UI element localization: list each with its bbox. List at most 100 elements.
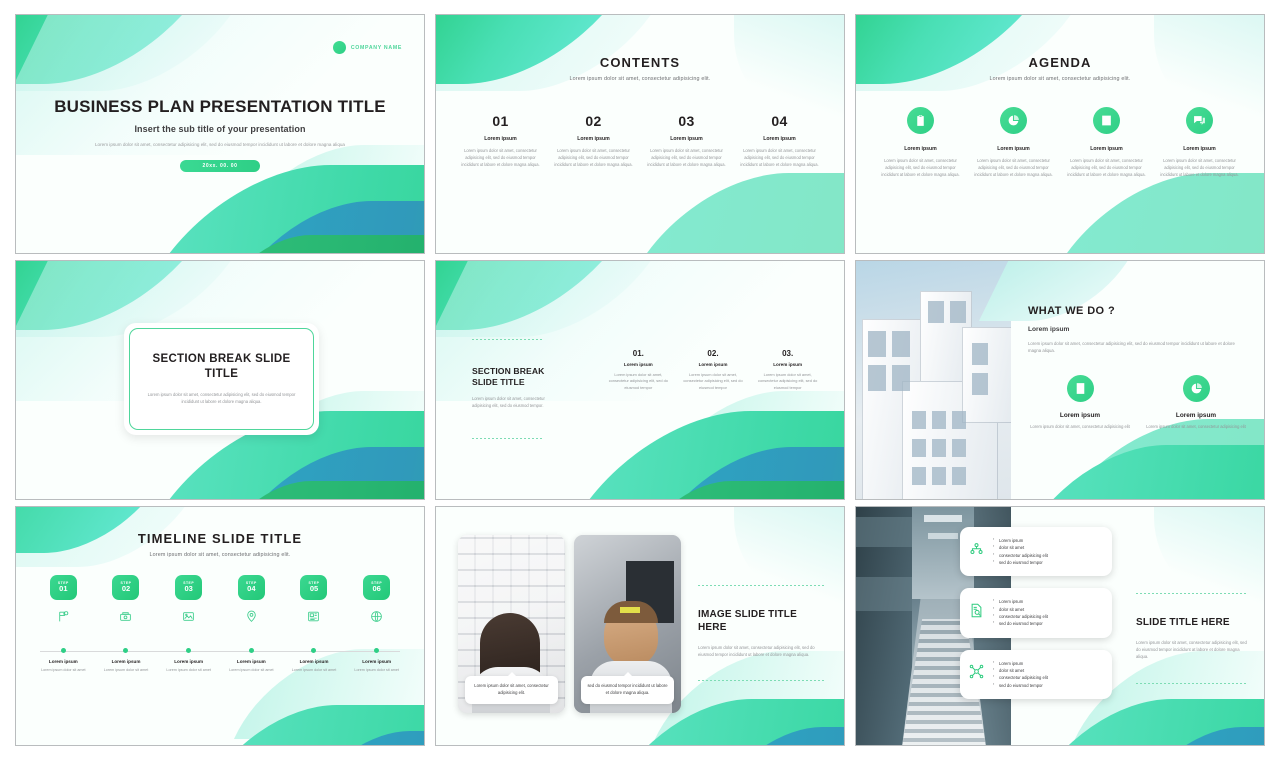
slide-4-section-break[interactable]: SECTION BREAK SLIDE TITLE Lorem ipsum do… xyxy=(15,260,425,500)
pie-chart-icon xyxy=(1000,107,1027,134)
item-heading: Lorem ipsum xyxy=(763,136,796,142)
item-heading: Lorem ipsum xyxy=(484,136,517,142)
feature-cards: Lorem ipsum dolor sit amet consectetur a… xyxy=(960,527,1112,711)
page-title: AGENDA xyxy=(1028,55,1092,70)
item-heading: Lorem ipsum xyxy=(670,136,703,142)
list-item[interactable]: Lorem ipsum Lorem ipsum dolor sit amet, … xyxy=(878,107,963,178)
list-item[interactable]: Lorem ipsum Lorem ipsum dolor sit amet, … xyxy=(1144,374,1248,431)
bullet: sed do eiusmod tempor xyxy=(993,559,1048,566)
item-body: Lorem ipsum dolor sit amet, consectetur … xyxy=(608,372,668,390)
page-subheading: Lorem ipsum xyxy=(1028,326,1070,333)
building-photo xyxy=(856,261,1011,499)
list-item[interactable]: Lorem ipsum Lorem ipsum dolor sit amet, … xyxy=(971,107,1056,178)
item-heading: Lorem ipsum xyxy=(174,659,204,664)
slide-9-cards-slide[interactable]: Lorem ipsum dolor sit amet consectetur a… xyxy=(855,506,1265,746)
timeline-step[interactable]: STEP 04 xyxy=(220,575,283,626)
bullet: Lorem ipsum xyxy=(993,537,1048,544)
item-heading: Lorem ipsum xyxy=(577,136,610,142)
page-title: CONTENTS xyxy=(599,55,681,70)
list-item[interactable]: 02 Lorem ipsum Lorem ipsum dolor sit ame… xyxy=(551,113,636,168)
slide-thumbnail-grid: COMPANY NAME BUSINESS PLAN PRESENTATION … xyxy=(0,0,1280,760)
divider-bottom xyxy=(472,437,542,439)
feature-card[interactable]: Lorem ipsum dolor sit amet consectetur a… xyxy=(960,588,1112,638)
decor-shape xyxy=(436,261,592,326)
flag-icon xyxy=(32,606,95,626)
list-item[interactable]: 02. Lorem ipsum Lorem ipsum dolor sit am… xyxy=(681,349,746,391)
step-number: 03 xyxy=(184,584,193,594)
item-body: Lorem ipsum dolor sit amet, consectetur … xyxy=(974,158,1053,177)
list-item: Lorem ipsum Lorem ipsum dolor sit amet xyxy=(220,659,283,674)
bullet-list: Lorem ipsum dolor sit amet consectetur a… xyxy=(993,660,1048,689)
item-number: 03 xyxy=(678,113,695,129)
document-search-icon xyxy=(969,603,984,623)
page-subtitle: Lorem ipsum dolor sit amet, consectetur … xyxy=(989,76,1131,82)
slide-5-section-break-items[interactable]: SECTION BREAK SLIDE TITLE Lorem ipsum do… xyxy=(435,260,845,500)
body-paragraph: Lorem ipsum dolor sit amet, consectetur … xyxy=(1028,341,1235,354)
timeline-step[interactable]: STEP 05 xyxy=(283,575,346,626)
timeline-step[interactable]: STEP 06 xyxy=(345,575,408,626)
list-item[interactable]: 03. Lorem ipsum Lorem ipsum dolor sit am… xyxy=(755,349,820,391)
item-heading: Lorem ipsum xyxy=(236,659,266,664)
divider-top xyxy=(472,339,542,340)
decor-shape xyxy=(145,165,424,253)
intro-paragraph: Lorem ipsum dolor sit amet, consectetur … xyxy=(95,142,345,148)
list-item[interactable]: 04 Lorem ipsum Lorem ipsum dolor sit ame… xyxy=(737,113,822,168)
list-item: Lorem ipsum Lorem ipsum dolor sit amet xyxy=(157,659,220,674)
list-item[interactable]: Lorem ipsum Lorem ipsum dolor sit amet, … xyxy=(1157,107,1242,178)
bullet: sed do eiusmod tempor xyxy=(993,682,1048,689)
team-icon xyxy=(969,542,984,562)
item-number: 02. xyxy=(707,349,719,358)
decor-shape xyxy=(221,235,424,253)
money-icon xyxy=(95,606,158,626)
page-title: SECTION BREAK SLIDE TITLE xyxy=(152,353,291,381)
slide-6-what-we-do[interactable]: WHAT WE DO ? Lorem ipsum Lorem ipsum dol… xyxy=(855,260,1265,500)
photo[interactable]: Lorem ipsum dolor sit amet, consectetur … xyxy=(458,535,565,713)
list-item[interactable]: 01. Lorem ipsum Lorem ipsum dolor sit am… xyxy=(606,349,671,391)
bullet: dolor sit amet xyxy=(993,606,1048,613)
list-item: Lorem ipsum Lorem ipsum dolor sit amet xyxy=(345,659,408,674)
list-item[interactable]: 01 Lorem ipsum Lorem ipsum dolor sit ame… xyxy=(458,113,543,168)
item-body: Lorem ipsum dolor sit amet, consectetur … xyxy=(461,148,540,167)
list-item[interactable]: Lorem ipsum Lorem ipsum dolor sit amet, … xyxy=(1028,374,1132,431)
list-item[interactable]: Lorem ipsum Lorem ipsum dolor sit amet, … xyxy=(1064,107,1149,178)
slide-7-timeline[interactable]: TIMELINE SLIDE TITLE Lorem ipsum dolor s… xyxy=(15,506,425,746)
list-item: Lorem ipsum Lorem ipsum dolor sit amet xyxy=(283,659,346,674)
page-subtitle: Lorem ipsum dolor sit amet, consectetur … xyxy=(149,552,291,558)
page-title: TIMELINE SLIDE TITLE xyxy=(137,531,303,546)
slide-2-contents[interactable]: CONTENTS Lorem ipsum dolor sit amet, con… xyxy=(435,14,845,254)
decor-shape xyxy=(1021,445,1264,499)
decor-shape xyxy=(16,15,215,84)
timeline-dot xyxy=(123,648,129,653)
divider-bottom xyxy=(1136,682,1248,684)
step-number: 05 xyxy=(309,584,319,594)
item-body: Lorem ipsum dolor sit amet, consectetur … xyxy=(1067,158,1146,177)
step-number: 04 xyxy=(247,584,256,594)
timeline-step[interactable]: STEP 02 xyxy=(95,575,158,626)
bullet: consectetur adipisicing elit xyxy=(993,613,1048,620)
company-name: COMPANY NAME xyxy=(350,44,402,51)
decor-shape xyxy=(16,261,172,326)
page-subtitle: Lorem ipsum dolor sit amet, consectetur … xyxy=(569,76,711,82)
timeline-step[interactable]: STEP 03 xyxy=(157,575,220,626)
timeline-step[interactable]: STEP 01 xyxy=(32,575,95,626)
slide-3-agenda[interactable]: AGENDA Lorem ipsum dolor sit amet, conse… xyxy=(855,14,1265,254)
decor-shape xyxy=(652,447,844,499)
step-number: 01 xyxy=(59,584,68,594)
item-body: Lorem ipsum dolor sit amet xyxy=(41,668,86,672)
list-item[interactable]: 03 Lorem ipsum Lorem ipsum dolor sit ame… xyxy=(644,113,729,168)
agenda-columns: Lorem ipsum Lorem ipsum dolor sit amet, … xyxy=(878,107,1242,178)
feature-card[interactable]: Lorem ipsum dolor sit amet consectetur a… xyxy=(960,649,1112,700)
photo-caption: sed do eiusmod tempor incididunt ut labo… xyxy=(581,676,674,704)
item-heading: Lorem ipsum xyxy=(111,659,141,664)
step-number: 02 xyxy=(121,584,131,594)
item-body: Lorem ipsum dolor sit amet, consectetur … xyxy=(881,158,960,177)
slide-1-title[interactable]: COMPANY NAME BUSINESS PLAN PRESENTATION … xyxy=(15,14,425,254)
section-paragraph: Lorem ipsum dolor sit amet, consectetur … xyxy=(472,396,545,408)
slide-8-image-slide[interactable]: Lorem ipsum dolor sit amet, consectetur … xyxy=(435,506,845,746)
section-paragraph: Lorem ipsum dolor sit amet, consectetur … xyxy=(147,392,296,405)
item-heading: Lorem ipsum xyxy=(904,146,937,152)
item-body: Lorem ipsum dolor sit amet, consectetur … xyxy=(647,148,726,167)
feature-card[interactable]: Lorem ipsum dolor sit amet consectetur a… xyxy=(960,527,1112,577)
photo[interactable]: sed do eiusmod tempor incididunt ut labo… xyxy=(574,535,681,713)
item-body: Lorem ipsum dolor sit amet xyxy=(354,668,399,672)
